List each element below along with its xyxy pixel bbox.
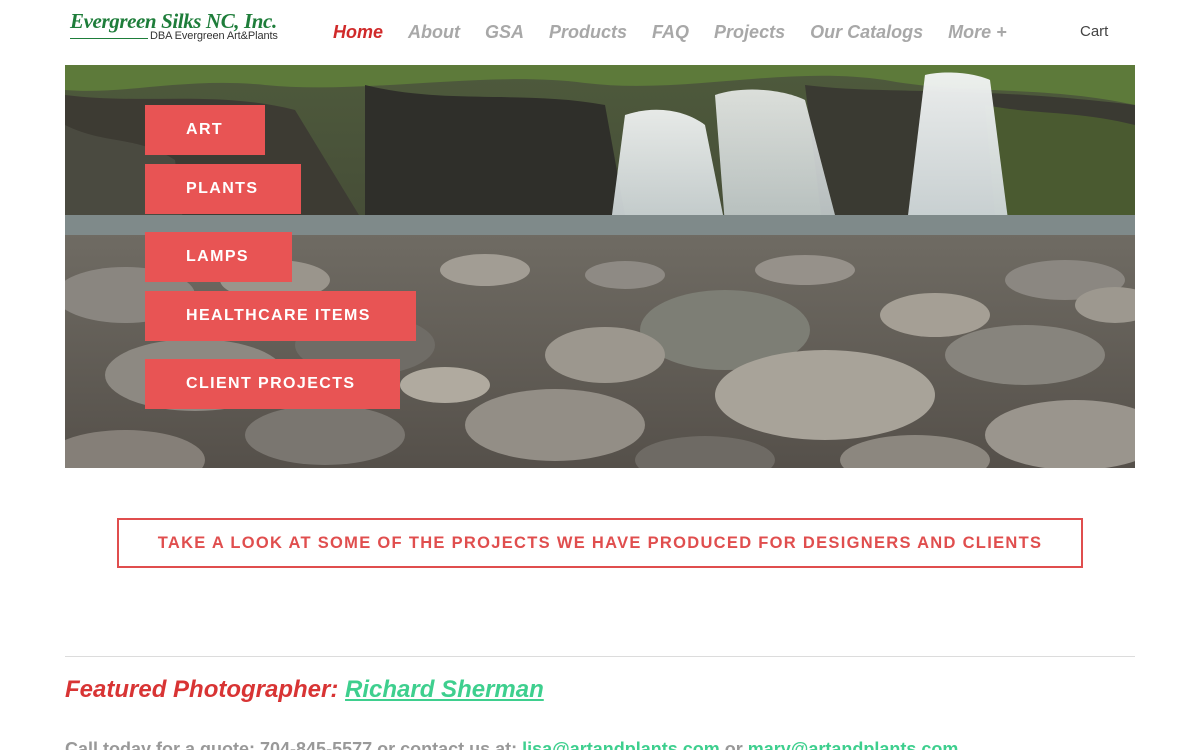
- email-link-lisa[interactable]: lisa@artandplants.com: [522, 739, 720, 750]
- category-art-button[interactable]: ART: [145, 105, 265, 155]
- category-client-projects-button[interactable]: CLIENT PROJECTS: [145, 359, 400, 409]
- projects-cta-button[interactable]: TAKE A LOOK AT SOME OF THE PROJECTS WE H…: [117, 518, 1083, 568]
- nav-our-catalogs[interactable]: Our Catalogs: [810, 20, 923, 44]
- site-logo[interactable]: Evergreen Silks NC, Inc. DBA Evergreen A…: [70, 10, 282, 46]
- photographer-link[interactable]: Richard Sherman: [345, 676, 544, 703]
- site-header: Evergreen Silks NC, Inc. DBA Evergreen A…: [0, 0, 1200, 65]
- featured-label: Featured Photographer:: [65, 676, 346, 703]
- featured-photographer: Featured Photographer: Richard Sherman: [65, 676, 544, 704]
- nav-about[interactable]: About: [408, 20, 460, 44]
- category-lamps-button[interactable]: LAMPS: [145, 232, 292, 282]
- contact-joiner: or: [719, 739, 748, 750]
- logo-title: Evergreen Silks NC, Inc.: [70, 9, 277, 33]
- logo-rule: [70, 38, 148, 39]
- nav-products[interactable]: Products: [549, 20, 627, 44]
- email-link-mary[interactable]: mary@artandplants.com: [748, 739, 959, 750]
- nav-gsa[interactable]: GSA: [485, 20, 524, 44]
- contact-prefix: Call today for a quote: 704-845-5577 or …: [65, 739, 523, 750]
- nav-more[interactable]: More +: [948, 20, 1007, 44]
- nav-faq[interactable]: FAQ: [652, 20, 689, 44]
- category-plants-button[interactable]: PLANTS: [145, 164, 301, 214]
- nav-projects[interactable]: Projects: [714, 20, 785, 44]
- nav-home[interactable]: Home: [333, 20, 383, 44]
- section-divider: [65, 656, 1135, 657]
- logo-subtitle: DBA Evergreen Art&Plants: [150, 30, 278, 42]
- cart-link[interactable]: Cart: [1080, 23, 1108, 41]
- contact-line: Call today for a quote: 704-845-5577 or …: [65, 738, 958, 750]
- category-healthcare-button[interactable]: HEALTHCARE ITEMS: [145, 291, 416, 341]
- main-nav: Home About GSA Products FAQ Projects Our…: [333, 20, 1032, 44]
- hero-banner: ART PLANTS LAMPS HEALTHCARE ITEMS CLIENT…: [65, 65, 1135, 468]
